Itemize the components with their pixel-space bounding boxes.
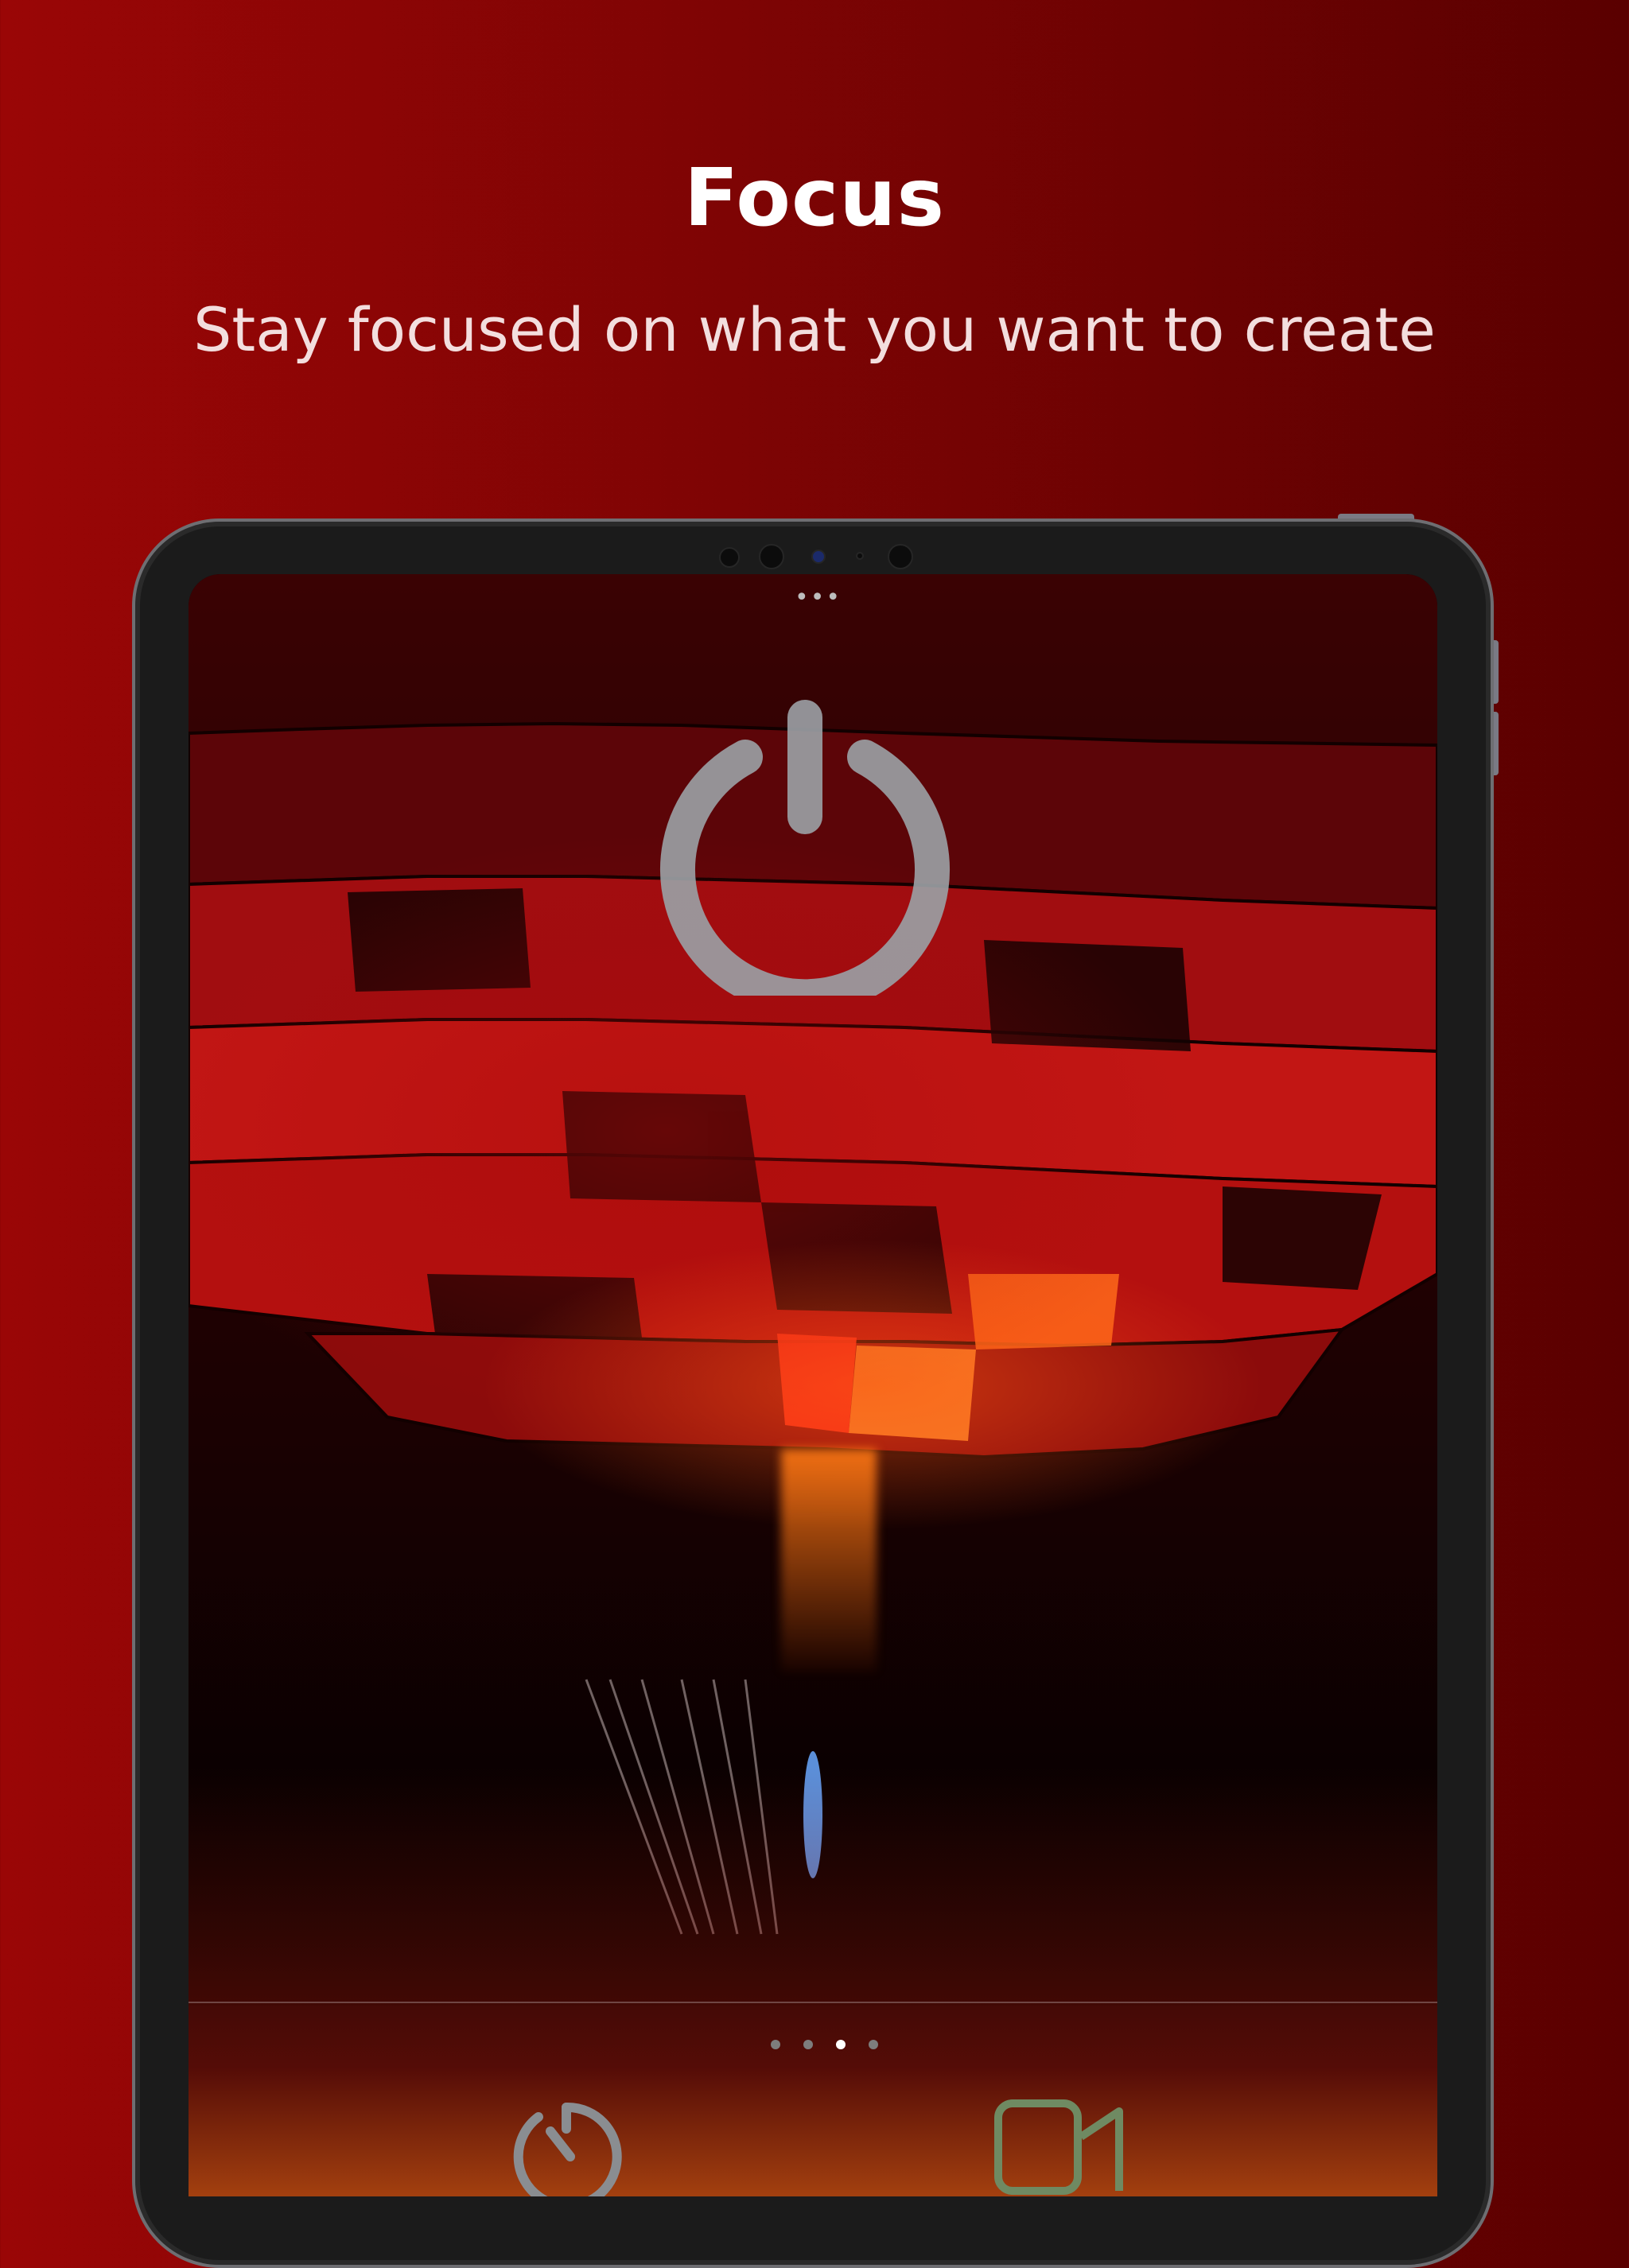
power-icon: [660, 700, 950, 1015]
sensor-2: [759, 544, 784, 569]
front-camera: [811, 550, 826, 564]
sensor-3: [856, 552, 864, 560]
page-indicator[interactable]: [761, 2037, 888, 2052]
tab-timer[interactable]: [507, 2085, 626, 2196]
page-dot-2[interactable]: [803, 2040, 814, 2049]
page-dot-4[interactable]: [869, 2040, 879, 2049]
page-dot-1[interactable]: [771, 2040, 780, 2049]
page-dot-3-active[interactable]: [836, 2040, 846, 2049]
subline: Stay focused on what you want to create: [193, 294, 1436, 365]
burner-flame: [781, 1449, 877, 1672]
tab-bar-divider: [189, 2002, 1437, 2003]
video-camera-icon: [994, 2099, 1123, 2195]
power-button[interactable]: [646, 678, 964, 1015]
tab-video[interactable]: [992, 2089, 1127, 2196]
crowd-silhouette: [189, 1767, 1437, 2196]
drag-handle[interactable]: •••: [795, 584, 842, 612]
sensor-1: [719, 547, 740, 568]
timer-icon: [513, 2102, 622, 2196]
headline: Focus: [684, 151, 945, 244]
sensor-4: [888, 544, 913, 569]
camera-cluster: [135, 539, 1497, 571]
app-screen: •••: [189, 574, 1437, 2196]
